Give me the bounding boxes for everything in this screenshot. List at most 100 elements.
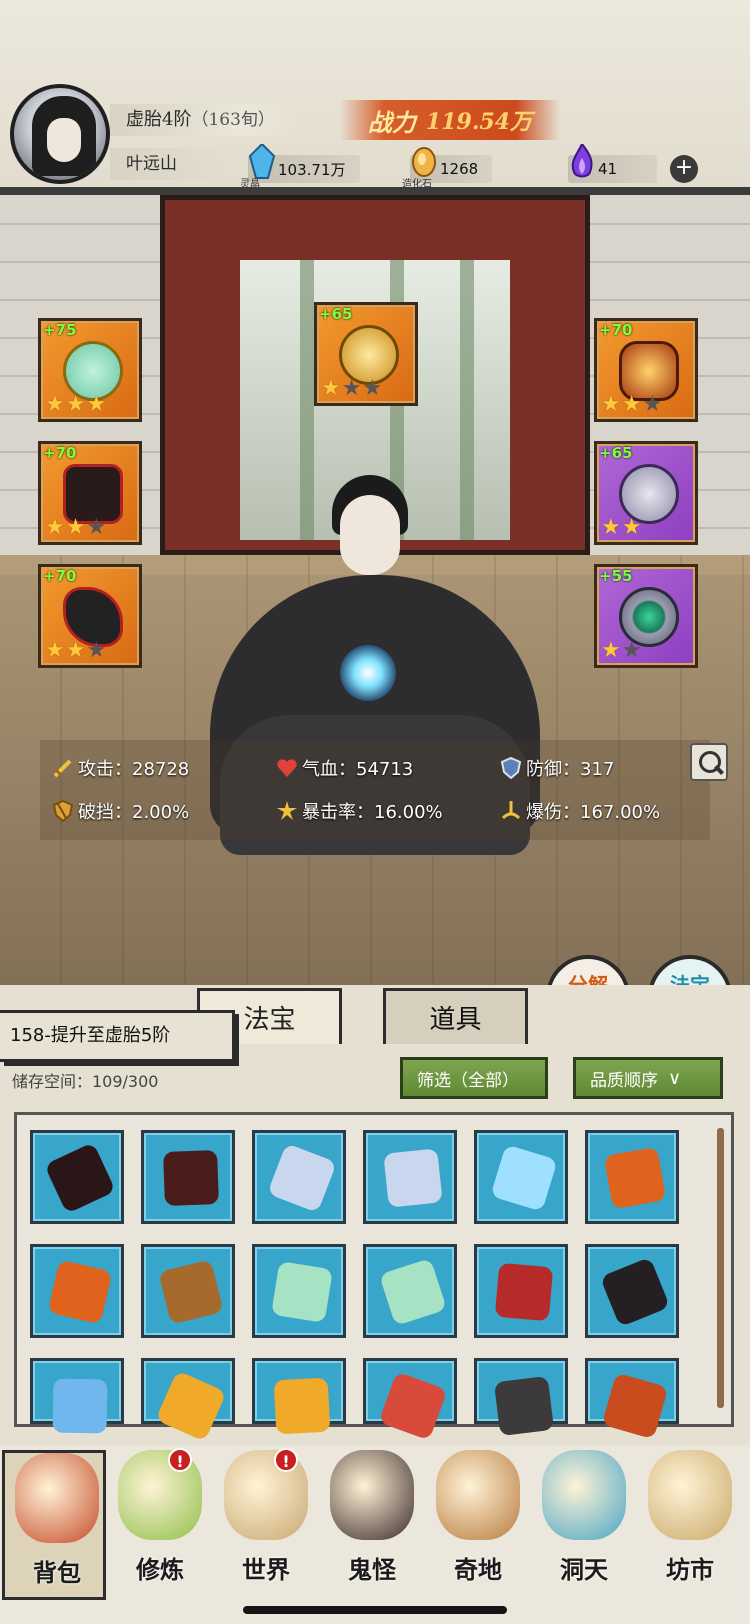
- equip-slot-pendant[interactable]: +65 ★★: [594, 441, 698, 545]
- stat-hp: 气血：54713: [276, 755, 413, 781]
- shield-icon: [500, 757, 522, 779]
- star-rating: ★★★: [45, 515, 108, 540]
- stat-attack-text: 攻击：28728: [78, 759, 190, 780]
- dagger-icon: [493, 1375, 555, 1437]
- item-slot[interactable]: [474, 1358, 568, 1437]
- equip-level: +70: [599, 321, 633, 339]
- fire-axe-icon: [603, 1146, 667, 1210]
- equip-level: +55: [599, 567, 633, 585]
- nav-item-demon-egg[interactable]: 鬼怪: [320, 1450, 424, 1600]
- home-indicator[interactable]: [243, 1606, 507, 1614]
- item-slot[interactable]: [252, 1130, 346, 1224]
- item-slot[interactable]: [363, 1130, 457, 1224]
- mystic-land-icon: [436, 1450, 520, 1540]
- creation-stone-caption: 造化石: [402, 179, 432, 190]
- stat-crit-rate: 暴击率：16.00%: [276, 798, 443, 824]
- nav-label: 洞天: [560, 1555, 608, 1584]
- chevron-down-icon: ∨: [668, 1067, 682, 1089]
- stat-hp-text: 气血：54713: [302, 759, 414, 780]
- item-slot[interactable]: [141, 1244, 235, 1338]
- purple-flame-icon: [571, 144, 593, 178]
- portal-icon: [542, 1450, 626, 1540]
- market-icon: [648, 1450, 732, 1540]
- item-slot[interactable]: [30, 1130, 124, 1224]
- tab-items[interactable]: 道具: [383, 988, 528, 1044]
- player-avatar[interactable]: [10, 84, 110, 184]
- stat-crit-damage-text: 爆伤：167.00%: [526, 802, 661, 823]
- equip-slot-fan[interactable]: +75 ★★★: [38, 318, 142, 422]
- age-label: （163旬）: [191, 110, 275, 130]
- item-slot[interactable]: [585, 1358, 679, 1440]
- sort-dropdown[interactable]: 品质顺序 ∨: [573, 1057, 723, 1099]
- stat-defense-text: 防御：317: [526, 759, 615, 780]
- sort-label: 品质顺序: [590, 1070, 658, 1091]
- nav-item-portal[interactable]: 洞天: [532, 1450, 636, 1600]
- staff-icon: [158, 1259, 224, 1325]
- spirit-crystal-caption: 灵晶: [240, 179, 260, 190]
- demon-mask-icon: [494, 1262, 554, 1322]
- fire-axe-icon: [47, 1259, 113, 1325]
- stat-defense: 防御：317: [500, 755, 614, 781]
- add-resource-button[interactable]: +: [670, 155, 698, 183]
- ice-bow-icon: [490, 1144, 558, 1212]
- nav-item-lotus[interactable]: 修炼!: [108, 1448, 212, 1600]
- realm-bar: 虚胎4阶（163旬）: [110, 104, 300, 136]
- nav-label: 世界: [242, 1555, 290, 1584]
- star-rating: ★★★: [321, 376, 384, 401]
- spirit-crystal-counter: 103.71万 灵晶: [240, 144, 368, 190]
- fan-icon: [378, 1257, 448, 1327]
- nav-label: 奇地: [454, 1555, 502, 1584]
- nav-label: 修炼: [136, 1555, 184, 1584]
- item-slot[interactable]: [141, 1130, 235, 1224]
- item-slot[interactable]: [30, 1358, 124, 1434]
- star-rating: ★★: [601, 515, 643, 540]
- equip-slot-crown[interactable]: +70 ★★★: [594, 318, 698, 422]
- stat-crit-damage: 爆伤：167.00%: [500, 798, 660, 824]
- filter-button[interactable]: 筛选（全部）: [400, 1057, 548, 1099]
- equip-slot-boots[interactable]: +70 ★★★: [38, 564, 142, 668]
- crystal-claw-icon: [52, 1378, 108, 1434]
- quest-banner[interactable]: 158-提升至虚胎5阶: [0, 1010, 235, 1062]
- nav-item-bag[interactable]: 背包: [2, 1450, 106, 1600]
- silver-sword-icon: [383, 1148, 443, 1208]
- stat-break-block-text: 破挡：2.00%: [78, 802, 190, 823]
- item-slot[interactable]: [252, 1244, 346, 1338]
- top-bar: 虚胎4阶（163旬） 叶远山 战力 119.54万 103.71万 灵晶 126…: [0, 0, 750, 195]
- item-slot[interactable]: [252, 1358, 346, 1435]
- item-slot[interactable]: [585, 1130, 679, 1224]
- stat-break-block: 破挡：2.00%: [52, 798, 189, 824]
- broken-shield-icon: [52, 800, 74, 822]
- grid-scrollbar[interactable]: [717, 1128, 724, 1408]
- item-slot[interactable]: [141, 1358, 235, 1442]
- crit-damage-icon: [501, 801, 521, 820]
- equip-level: +70: [43, 567, 77, 585]
- equip-level: +75: [43, 321, 77, 339]
- equip-slot-robe[interactable]: +70 ★★★: [38, 441, 142, 545]
- nav-item-market[interactable]: 坊市: [638, 1450, 742, 1600]
- realm-label: 虚胎4阶: [126, 109, 192, 130]
- nav-item-mystic-land[interactable]: 奇地: [426, 1450, 530, 1600]
- star-rating: ★★★: [45, 392, 108, 417]
- magnifier-icon[interactable]: [690, 743, 728, 781]
- item-slot[interactable]: [30, 1244, 124, 1338]
- spirit-orb: [340, 645, 396, 701]
- equip-slot-ring[interactable]: +55 ★★: [594, 564, 698, 668]
- nav-label: 坊市: [666, 1555, 714, 1584]
- item-slot[interactable]: [363, 1244, 457, 1338]
- power-label: 战力: [367, 107, 416, 137]
- item-slot[interactable]: [474, 1130, 568, 1224]
- purple-flame-counter: 41: [568, 144, 678, 186]
- combat-power: 战力 119.54万: [340, 100, 560, 140]
- item-slot[interactable]: [363, 1358, 457, 1441]
- item-slot[interactable]: [585, 1244, 679, 1338]
- golden-wing-icon: [273, 1377, 331, 1435]
- equip-slot-ornament[interactable]: +65 ★★★: [314, 302, 418, 406]
- nav-item-scroll-map[interactable]: 世界!: [214, 1448, 318, 1600]
- equip-level: +65: [599, 444, 633, 462]
- demon-egg-icon: [330, 1450, 414, 1540]
- star-rating: ★★: [601, 638, 643, 663]
- star-rating: ★★★: [45, 638, 108, 663]
- nav-label: 背包: [33, 1558, 81, 1587]
- spiked-wheel-icon: [163, 1150, 219, 1206]
- item-slot[interactable]: [474, 1244, 568, 1338]
